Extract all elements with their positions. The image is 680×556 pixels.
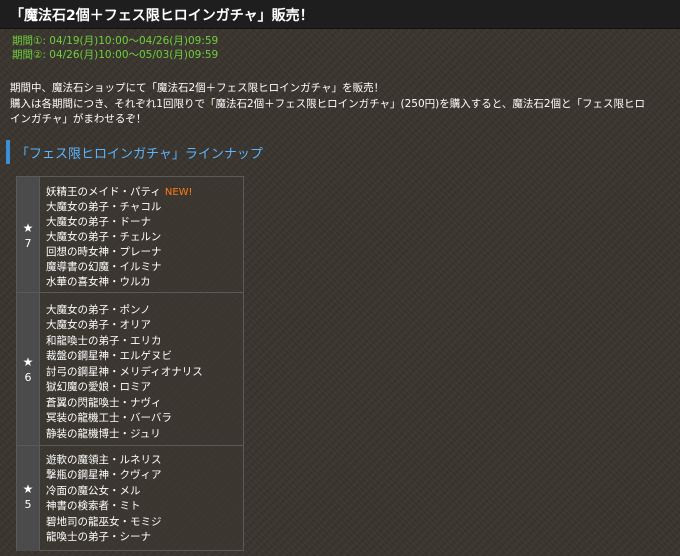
character-name: 回想の時女神・プレーナ [46,246,162,258]
character-name: 蒼翼の閃龍喚士・ナヴィ [46,397,162,409]
character-name: 神書の検索者・ミト [46,500,141,512]
rarity-number: 7 [24,237,32,250]
character-name: 静装の龍機博士・ジュリ [46,428,161,440]
lineup-heading: 「フェス限ヒロインガチャ」ラインナップ [6,140,310,164]
rarity-number: 5 [24,498,32,511]
star-icon: ★ [22,355,34,369]
rarity-group-5: ★ 5 遊軟の魔領主・ルネリス 撃瓶の鋼星神・クヴィア 冷面の魔公女・メル 神書… [17,445,243,551]
new-badge: NEW! [164,187,193,198]
character-name: 討弓の鋼星神・メリディオナリス [46,366,203,378]
description-line-3: インガチャ」がまわせるぞ！ [10,113,147,125]
character-name: 大魔女の弟子・チャコル [46,201,162,213]
character-name: 裁盤の鋼星神・エルゲヌビ [46,350,172,362]
character-name: 魔導書の幻魔・イルミナ [46,261,162,273]
character-name: 獄幻魔の愛娘・ロミア [46,381,151,393]
character-name: 冥装の龍機工士・バーバラ [46,412,172,424]
character-name: 龍喚士の弟子・シーナ [46,531,151,543]
character-name: 撃瓶の鋼星神・クヴィア [46,469,162,481]
period-2: 期間②: 04/26(月)10:00〜05/03(月)09:59 [12,49,219,61]
rarity-cell-7: ★ 7 [17,177,40,292]
rarity-number: 6 [24,371,32,384]
character-name: 水華の喜女神・ウルカ [46,276,151,288]
lineup-heading-text: 「フェス限ヒロインガチャ」ラインナップ [16,147,263,162]
rarity-group-6: ★ 6 大魔女の弟子・ポンノ 大魔女の弟子・オリア 和龍喚士の弟子・エリカ 裁盤… [17,292,243,446]
character-name: 冷面の魔公女・メル [46,485,141,497]
character-name: 遊軟の魔領主・ルネリス [46,454,162,466]
rarity-cell-6: ★ 6 [17,293,40,446]
lineup-table: ★ 7 妖精王のメイド・パティ NEW! 大魔女の弟子・チャコル 大魔女の弟子・ド… [16,176,244,551]
description-line-1: 期間中、魔法石ショップにて「魔法石2個＋フェス限ヒロインガチャ」を販売！ [10,82,385,94]
character-name: 碧地司の龍巫女・モミジ [46,516,162,528]
character-name: 大魔女の弟子・オリア [46,319,151,331]
page-title: 「魔法石2個＋フェス限ヒロインガチャ」販売！ [10,8,314,24]
star-icon: ★ [22,482,34,496]
character-name: 大魔女の弟子・ポンノ [46,304,151,316]
title-bar: 「魔法石2個＋フェス限ヒロインガチャ」販売！ [0,0,680,29]
rarity-cell-5: ★ 5 [17,446,40,551]
character-name: 大魔女の弟子・チェルン [46,231,162,243]
star-icon: ★ [22,221,34,235]
character-name: 大魔女の弟子・ドーナ [46,216,151,228]
character-name: 和龍喚士の弟子・エリカ [46,335,162,347]
period-1: 期間①: 04/19(月)10:00〜04/26(月)09:59 [12,35,219,47]
character-name: 妖精王のメイド・パティ NEW! [46,186,193,198]
rarity-group-7: ★ 7 妖精王のメイド・パティ NEW! 大魔女の弟子・チャコル 大魔女の弟子・ド… [17,177,243,292]
description-line-2: 購入は各期間につき、それぞれ1回限りで「魔法石2個＋フェス限ヒロインガチャ」(2… [10,98,646,110]
